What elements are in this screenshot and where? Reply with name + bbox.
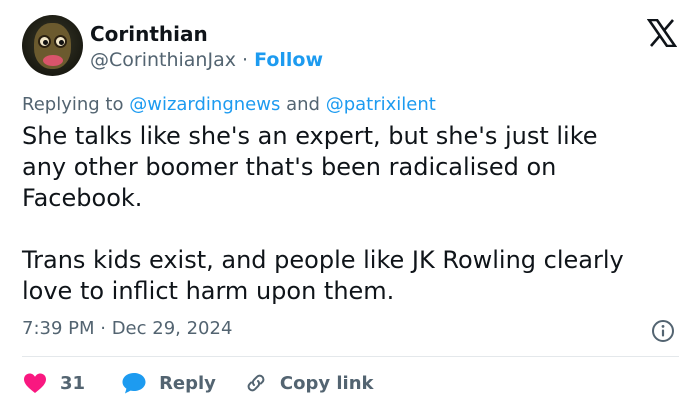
- divider: [22, 356, 679, 357]
- tweet-line: any other boomer that's been radicalised…: [22, 153, 557, 181]
- tweet-line: She talks like she's an expert, but she'…: [22, 122, 598, 150]
- heart-icon: [24, 373, 46, 393]
- tweet-line: Facebook.: [22, 184, 143, 212]
- copy-link-label: Copy link: [279, 372, 374, 394]
- speech-bubble-icon: [122, 373, 146, 394]
- author-handle-line: @CorinthianJax · Follow: [90, 49, 323, 71]
- tweet-timestamp[interactable]: 7:39 PM · Dec 29, 2024: [22, 318, 232, 339]
- reply-mention-patrixilent[interactable]: @patrixilent: [326, 94, 436, 115]
- reply-label: Reply: [159, 372, 216, 394]
- tweet-line: Trans kids exist, and people like JK Row…: [22, 246, 624, 274]
- like-button[interactable]: 31: [22, 371, 85, 395]
- like-count: 31: [60, 372, 86, 394]
- info-icon[interactable]: [651, 319, 675, 343]
- avatar-mouth: [43, 55, 63, 66]
- reply-conjunction: and: [286, 94, 320, 115]
- copy-link-button[interactable]: Copy link: [244, 371, 374, 395]
- author-name[interactable]: Corinthian: [90, 22, 208, 46]
- action-bar: 31 Reply Copy link: [22, 370, 374, 396]
- handle-separator: ·: [242, 49, 249, 71]
- avatar-left-eye: [38, 35, 51, 48]
- follow-button[interactable]: Follow: [254, 49, 323, 71]
- reply-context: Replying to @wizardingnews and @patrixil…: [22, 94, 436, 115]
- tweet-line: love to inflict harm upon them.: [22, 277, 395, 305]
- reply-button[interactable]: Reply: [121, 371, 216, 395]
- x-logo-icon[interactable]: [647, 19, 677, 47]
- author-handle[interactable]: @CorinthianJax: [90, 49, 236, 71]
- reply-prefix: Replying to: [22, 94, 124, 115]
- reply-mention-wizardingnews[interactable]: @wizardingnews: [129, 94, 280, 115]
- avatar-right-eye: [54, 35, 67, 48]
- tweet-body: She talks like she's an expert, but she'…: [22, 121, 687, 307]
- link-icon: [247, 374, 265, 392]
- avatar[interactable]: [22, 15, 83, 76]
